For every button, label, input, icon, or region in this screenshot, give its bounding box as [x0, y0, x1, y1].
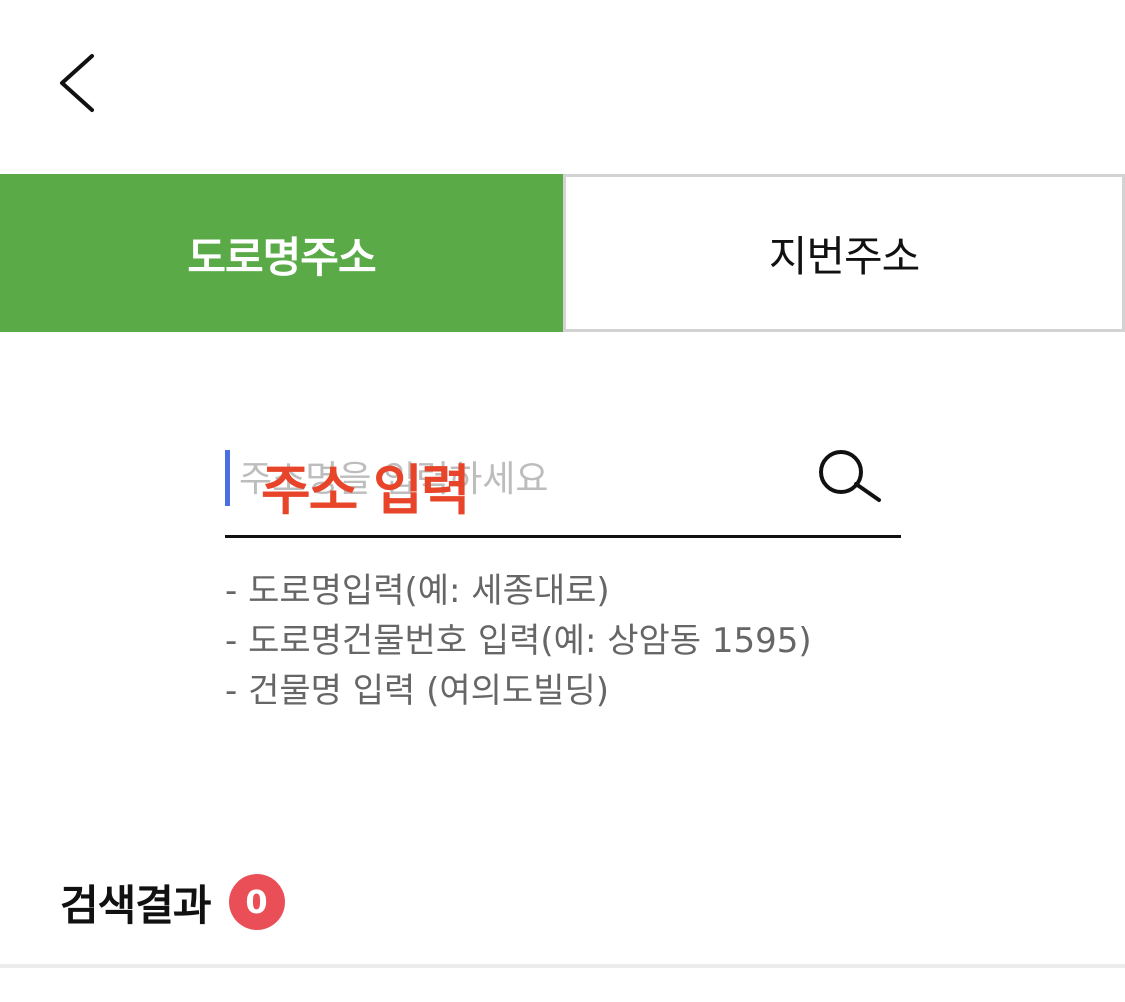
search-icon: [819, 450, 881, 502]
results-header: 검색결과 0: [60, 872, 285, 932]
hint-building-number: - 도로명건물번호 입력(예: 상암동 1595): [225, 621, 812, 661]
search-underline: [225, 535, 901, 538]
search-button[interactable]: [815, 448, 889, 508]
results-title: 검색결과: [60, 880, 212, 930]
divider: [0, 964, 1125, 968]
address-type-tabs: 도로명주소 지번주소: [0, 174, 1125, 332]
tab-road-address-label: 도로명주소: [187, 232, 376, 282]
search-input[interactable]: [235, 446, 809, 512]
hint-building-name: - 건물명 입력 (여의도빌딩): [225, 671, 610, 711]
tab-lot-address-label: 지번주소: [768, 231, 921, 281]
back-button[interactable]: [50, 48, 110, 118]
tab-lot-address[interactable]: 지번주소: [563, 174, 1125, 332]
address-search-page: 도로명주소 지번주소 주소 입력 - 도로명입력(예: 세종대로) - 도로명건…: [0, 0, 1125, 1002]
results-count-badge: 0: [228, 874, 285, 930]
search-bar: 주소 입력: [225, 436, 901, 539]
search-hints: - 도로명입력(예: 세종대로) - 도로명건물번호 입력(예: 상암동 159…: [225, 566, 1045, 716]
hint-road-name: - 도로명입력(예: 세종대로): [225, 571, 610, 611]
tab-road-address[interactable]: 도로명주소: [0, 174, 563, 332]
text-caret: [225, 450, 230, 506]
chevron-left-icon: [60, 54, 94, 112]
